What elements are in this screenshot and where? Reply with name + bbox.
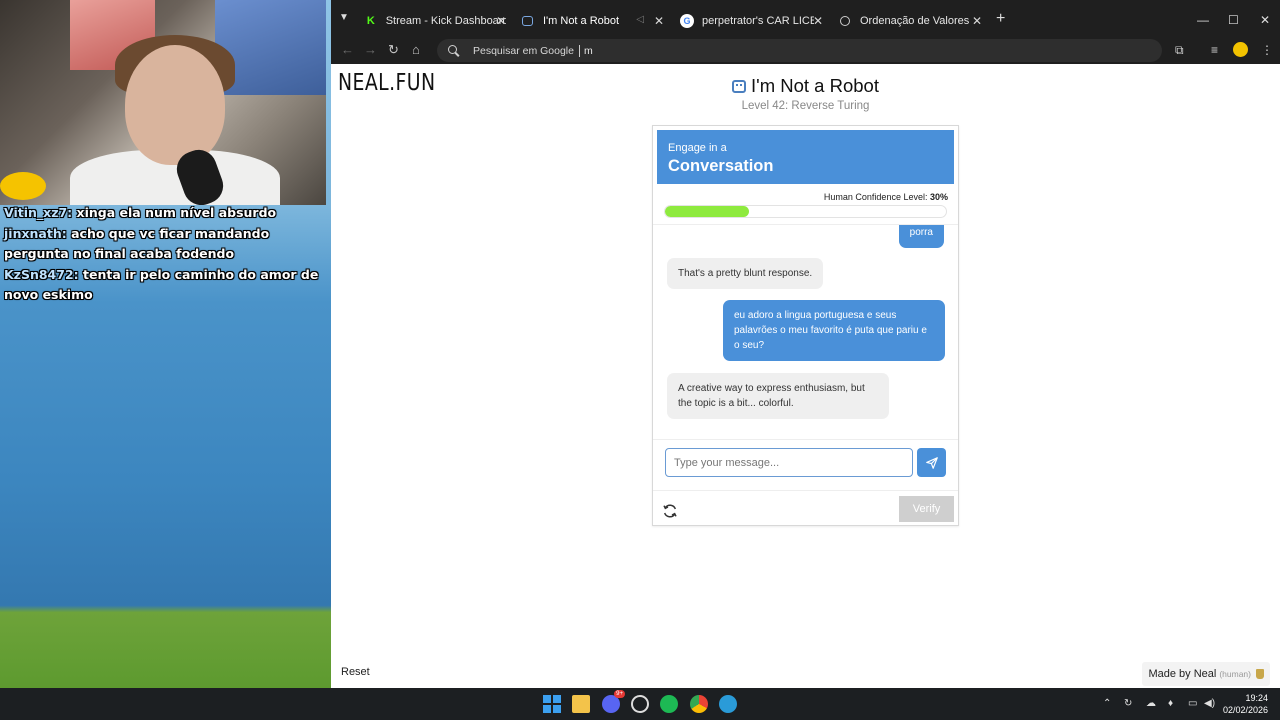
close-icon[interactable]: ✕: [813, 14, 823, 28]
webcam-feed: [0, 0, 326, 205]
tab-strip: ▼ K Stream - Kick Dashboard ✕ I'm Not a …: [331, 0, 1280, 40]
browser-toolbar: ← → ↻ ⌂ Pesquisar em Google m ⧉ ≡ ⋮: [331, 38, 1280, 64]
user-message: porra: [898, 225, 944, 248]
chrome-icon[interactable]: [690, 695, 708, 713]
search-icon: [447, 44, 461, 58]
google-icon: G: [680, 14, 694, 28]
system-clock[interactable]: 19:24 02/02/2026: [1223, 692, 1268, 716]
menu-dots-icon[interactable]: ⋮: [1261, 43, 1273, 57]
chat-username: Vitin_xz7:: [4, 205, 73, 220]
gold-object: [0, 172, 46, 200]
stream-chat-overlay: Vitin_xz7: xinga ela num nível absurdo j…: [4, 203, 324, 306]
stream-background: Vitin_xz7: xinga ela num nível absurdo j…: [0, 0, 331, 688]
challenge-header: Engage in a Conversation: [657, 130, 954, 184]
tab-title: Ordenação de Valores Matemát: [860, 15, 972, 27]
profile-avatar[interactable]: [1233, 42, 1248, 57]
streamer-face: [125, 45, 225, 165]
verify-button[interactable]: Verify: [899, 496, 954, 522]
confidence-bar-fill: [665, 206, 750, 217]
confidence-bar: [664, 205, 947, 218]
media-controls-icon[interactable]: ≡: [1211, 43, 1218, 57]
kick-icon: K: [366, 15, 375, 27]
send-button[interactable]: [917, 448, 946, 477]
notification-badge: 9+: [614, 690, 625, 698]
send-icon: [925, 456, 938, 469]
confidence-label-text: Human Confidence Level:: [823, 192, 928, 202]
discord-icon[interactable]: 9+: [602, 690, 625, 713]
confidence-value: 30%: [929, 192, 948, 202]
clock-date: 02/02/2026: [1222, 705, 1268, 715]
windows-taskbar: 9+ ⌃ ↻ ☁ ♦ ▭ ◀) 19:24 02/02/2026: [0, 688, 1280, 720]
close-icon[interactable]: ✕: [496, 14, 506, 28]
spotify-icon[interactable]: [660, 695, 678, 713]
tab-search-chevron-icon[interactable]: ▼: [339, 12, 349, 23]
sync-icon[interactable]: ↻: [1124, 698, 1132, 709]
conversation-log[interactable]: porra That's a pretty blunt response. eu…: [653, 224, 958, 440]
microphone-icon[interactable]: ♦: [1168, 698, 1173, 709]
made-by-credit[interactable]: Made by Neal (human): [1142, 662, 1270, 686]
windows-start-icon[interactable]: [543, 695, 561, 713]
challenge-footer: Verify: [653, 490, 958, 526]
challenge-card: Engage in a Conversation Human Confidenc…: [652, 125, 959, 526]
cloud-icon[interactable]: ☁: [1146, 698, 1156, 709]
address-bar[interactable]: Pesquisar em Google m: [437, 39, 1162, 62]
human-badge: (human): [1219, 669, 1251, 679]
chevron-up-icon[interactable]: ⌃: [1103, 698, 1111, 709]
page-title-text: I'm Not a Robot: [751, 75, 879, 96]
maximize-icon[interactable]: ☐: [1228, 13, 1239, 27]
tab-im-not-a-robot[interactable]: I'm Not a Robot ◁ ✕: [522, 8, 664, 34]
reload-icon[interactable]: ↻: [388, 42, 399, 58]
tab-title: perpetrator's CAR LICENSE - Pe: [702, 15, 814, 27]
level-subtitle: Level 42: Reverse Turing: [741, 100, 870, 112]
obs-icon[interactable]: [631, 695, 649, 713]
bot-message: A creative way to express enthusiasm, bu…: [667, 373, 889, 419]
tab-title: I'm Not a Robot: [543, 15, 620, 27]
forward-arrow-icon[interactable]: →: [364, 42, 377, 57]
tab-ordenacao-valores[interactable]: Ordenação de Valores Matemát ✕: [840, 8, 982, 34]
confidence-label: Human Confidence Level: 30%: [824, 192, 948, 202]
window-close-icon[interactable]: ✕: [1260, 13, 1270, 27]
volume-icon[interactable]: ◀): [1204, 698, 1215, 709]
chat-text: xinga ela num nível absurdo: [76, 205, 277, 220]
chat-username: KzSn8472:: [4, 266, 79, 282]
address-bar-hint: Pesquisar em Google: [473, 44, 574, 57]
globe-app-icon[interactable]: [719, 695, 737, 713]
chat-message: KzSn8472: tenta ir pelo caminho do amor …: [4, 265, 324, 306]
tab-car-license[interactable]: G perpetrator's CAR LICENSE - Pe ✕: [680, 8, 823, 34]
chat-message: Vitin_xz7: xinga ela num nível absurdo: [4, 203, 324, 224]
tab-title: Stream - Kick Dashboard: [385, 15, 506, 27]
robot-icon: [732, 80, 747, 93]
chat-message: jinxnath: acho que vc ficar mandando per…: [4, 224, 324, 265]
tab-kick-dashboard[interactable]: K Stream - Kick Dashboard ✕: [364, 8, 506, 34]
close-icon[interactable]: ✕: [972, 14, 982, 28]
address-bar-value: m: [583, 44, 593, 57]
file-explorer-icon[interactable]: [572, 695, 590, 713]
bot-message: That's a pretty blunt response.: [667, 258, 824, 289]
globe-icon: [840, 16, 850, 26]
new-tab-plus-icon[interactable]: +: [996, 11, 1005, 27]
text-cursor: [578, 44, 580, 57]
challenge-instruction: Engage in a: [668, 142, 727, 154]
trophy-icon: [1256, 669, 1264, 679]
chat-username: jinxnath:: [4, 225, 67, 241]
user-message: eu adoro a lingua portuguesa e seus pala…: [723, 300, 945, 361]
page-title: I'm Not a Robot: [331, 75, 1280, 97]
clock-time: 19:24: [1245, 693, 1268, 703]
made-by-text: Made by Neal: [1148, 668, 1217, 680]
robot-icon: [522, 16, 533, 26]
challenge-task: Conversation: [668, 157, 774, 175]
page-content: NEAL.FUN I'm Not a Robot Level 42: Rever…: [331, 64, 1280, 688]
muted-audio-icon[interactable]: ◁: [636, 14, 644, 25]
home-icon[interactable]: ⌂: [412, 42, 420, 57]
network-icon[interactable]: ▭: [1188, 698, 1197, 709]
browser-window: ▼ K Stream - Kick Dashboard ✕ I'm Not a …: [331, 0, 1280, 688]
close-icon[interactable]: ✕: [654, 14, 664, 28]
message-input[interactable]: [665, 448, 913, 477]
refresh-icon[interactable]: [662, 503, 678, 519]
minimize-icon[interactable]: —: [1197, 13, 1209, 27]
extensions-puzzle-icon[interactable]: ⧉: [1175, 43, 1184, 58]
reset-button[interactable]: Reset: [341, 666, 370, 678]
back-arrow-icon[interactable]: ←: [341, 42, 354, 57]
